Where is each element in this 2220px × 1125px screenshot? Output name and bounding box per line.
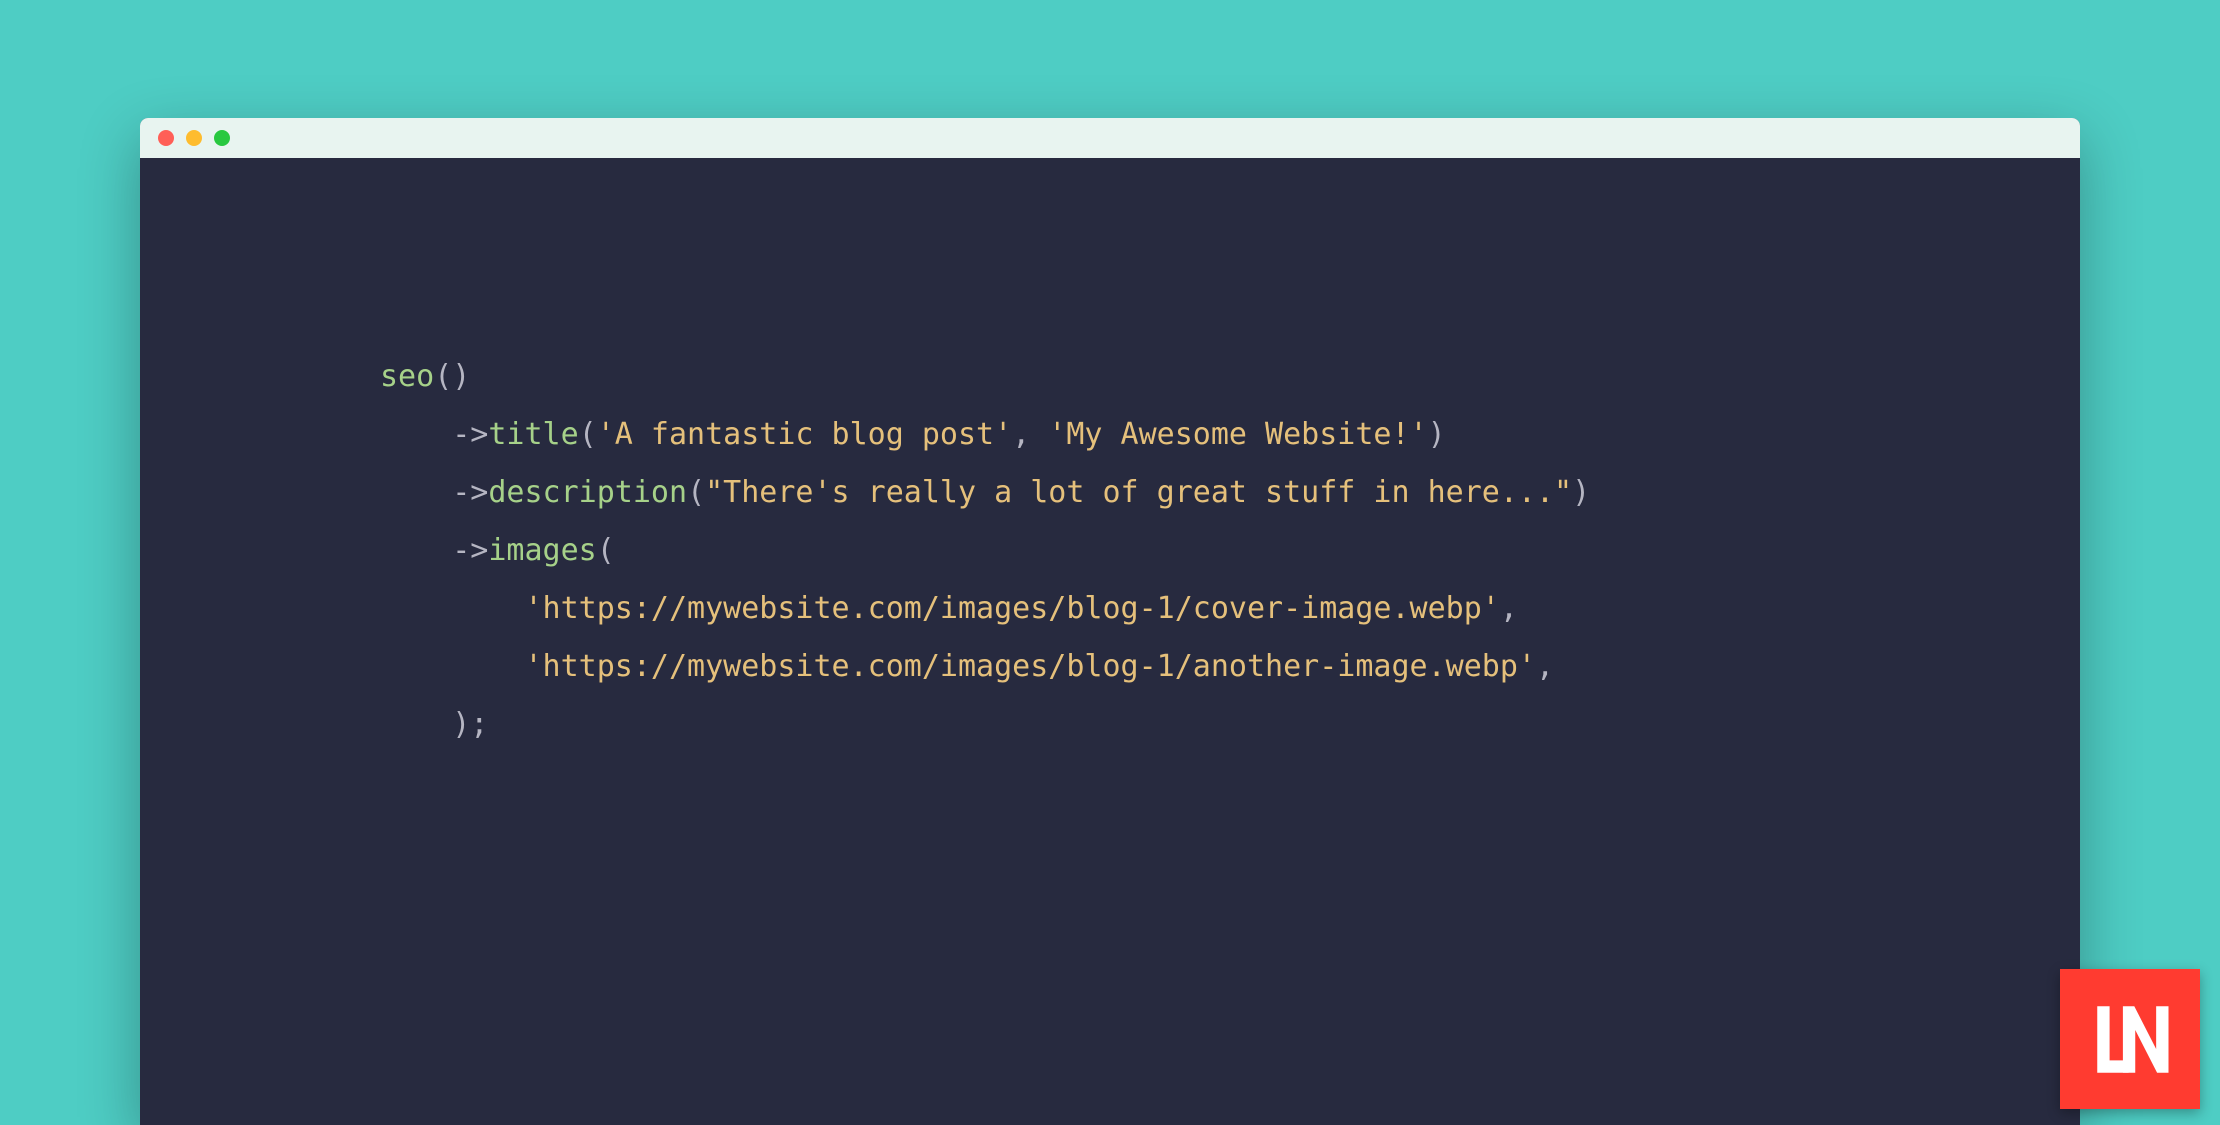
close-paren: ): [1572, 475, 1590, 510]
code-line: ->images(: [380, 522, 2080, 580]
arrow-operator: ->: [452, 417, 488, 452]
code-editor: seo() ->title('A fantastic blog post', '…: [140, 158, 2080, 754]
ln-logo-icon: [2083, 992, 2178, 1087]
code-line: seo(): [380, 348, 2080, 406]
comma: ,: [1500, 591, 1518, 626]
code-line: 'https://mywebsite.com/images/blog-1/cov…: [380, 580, 2080, 638]
open-paren: (: [687, 475, 705, 510]
string-literal: 'https://mywebsite.com/images/blog-1/ano…: [525, 649, 1536, 684]
method-name: description: [488, 475, 687, 510]
method-name: images: [488, 533, 596, 568]
comma: ,: [1536, 649, 1554, 684]
code-line: ->title('A fantastic blog post', 'My Awe…: [380, 406, 2080, 464]
close-icon[interactable]: [158, 130, 174, 146]
close-paren-semicolon: );: [452, 707, 488, 742]
string-literal: "There's really a lot of great stuff in …: [705, 475, 1572, 510]
comma: ,: [1012, 417, 1048, 452]
code-line: ->description("There's really a lot of g…: [380, 464, 2080, 522]
method-name: title: [488, 417, 578, 452]
code-line: );: [380, 696, 2080, 754]
arrow-operator: ->: [452, 475, 488, 510]
string-literal: 'https://mywebsite.com/images/blog-1/cov…: [525, 591, 1500, 626]
code-line: 'https://mywebsite.com/images/blog-1/ano…: [380, 638, 2080, 696]
close-paren: ): [1428, 417, 1446, 452]
string-literal: 'A fantastic blog post': [597, 417, 1012, 452]
arrow-operator: ->: [452, 533, 488, 568]
maximize-icon[interactable]: [214, 130, 230, 146]
open-paren: (: [579, 417, 597, 452]
window-titlebar: [140, 118, 2080, 158]
brand-logo: [2060, 969, 2200, 1109]
code-window: seo() ->title('A fantastic blog post', '…: [140, 118, 2080, 1125]
function-name: seo: [380, 359, 434, 394]
minimize-icon[interactable]: [186, 130, 202, 146]
string-literal: 'My Awesome Website!': [1048, 417, 1427, 452]
open-paren: (: [597, 533, 615, 568]
parentheses: (): [434, 359, 470, 394]
